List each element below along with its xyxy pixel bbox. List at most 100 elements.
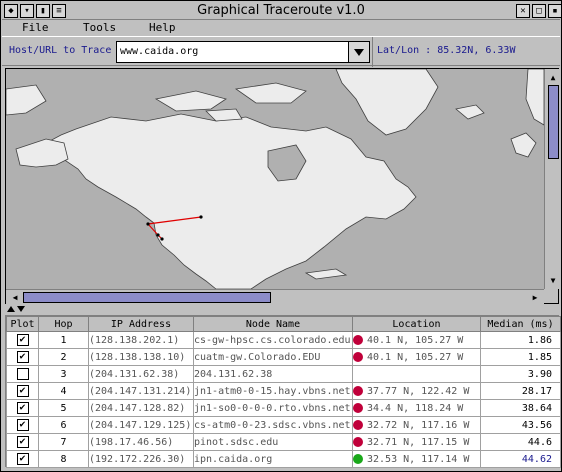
close-icon[interactable]: ✕	[516, 4, 530, 18]
plot-cell[interactable]	[6, 365, 39, 383]
median-cell: 1.85	[480, 348, 561, 366]
chevron-down-icon	[354, 48, 364, 56]
location-text: 32.71 N, 117.15 W	[367, 436, 470, 448]
scroll-right-icon[interactable]: ▶	[528, 290, 542, 304]
scroll-left-icon[interactable]: ◀	[8, 290, 22, 304]
hop-cell: 4	[38, 382, 89, 400]
node-cell: jn1-atm0-0-15.hay.vbns.net	[193, 382, 353, 400]
ip-cell: (204.147.128.82)	[88, 399, 194, 417]
plot-checkbox[interactable]: ✔	[16, 402, 29, 414]
node-cell: jn1-so0-0-0-0.rto.vbns.net	[193, 399, 353, 417]
scroll-up-icon[interactable]: ▲	[546, 70, 560, 84]
map-horizontal-scrollbar[interactable]: ◀ ▶	[6, 289, 544, 304]
table-row[interactable]: ✔ 5 (204.147.128.82) jn1-so0-0-0-0.rto.vbns…	[6, 399, 561, 417]
scroll-down-icon[interactable]: ▼	[546, 273, 560, 287]
hop-cell: 1	[38, 331, 89, 349]
hop-cell: 5	[38, 399, 89, 417]
col-plot[interactable]: Plot	[6, 316, 39, 332]
location-marker-icon	[353, 351, 363, 362]
plot-cell[interactable]: ✔	[6, 399, 39, 417]
table-header-row: Plot Hop IP Address Node Name Location M…	[6, 316, 561, 332]
toolbar-divider	[372, 37, 373, 67]
latlon-readout: Lat/Lon : 85.32N, 6.33W	[377, 45, 516, 56]
world-map[interactable]	[6, 69, 544, 289]
median-cell: 28.17	[480, 382, 561, 400]
col-node-name[interactable]: Node Name	[193, 316, 353, 332]
location-cell: 32.71 N, 117.15 W	[352, 433, 481, 451]
node-cell: ipn.caida.org	[193, 450, 353, 468]
plot-cell[interactable]: ✔	[6, 382, 39, 400]
ip-cell: (128.138.138.10)	[88, 348, 194, 366]
table-row[interactable]: ✔ 6 (204.147.129.125) cs-atm0-0-23.sdsc.vbn…	[6, 416, 561, 434]
node-cell: pinot.sdsc.edu	[193, 433, 353, 451]
median-cell: 38.64	[480, 399, 561, 417]
location-text: 40.1 N, 105.27 W	[367, 351, 464, 363]
host-dropdown-button[interactable]	[348, 41, 370, 63]
hop-cell: 3	[38, 365, 89, 383]
ip-cell: (204.147.129.125)	[88, 416, 194, 434]
plot-checkbox[interactable]: ✔	[16, 351, 29, 363]
plot-checkbox[interactable]: ✔	[16, 334, 29, 346]
app-window: ◆ ▾ ▮ ≡ Graphical Traceroute v1.0 ✕ □ ▪ …	[0, 0, 562, 472]
table-row[interactable]: ✔ 7 (198.17.46.56) pinot.sdsc.edu 32.71 N, 1…	[6, 433, 561, 451]
menu-tools[interactable]: Tools	[83, 21, 116, 34]
location-marker-icon	[353, 419, 363, 430]
maximize-icon[interactable]: □	[532, 4, 546, 18]
menu-help[interactable]: Help	[149, 21, 176, 34]
map-canvas	[6, 69, 544, 289]
ip-cell: (204.131.62.38)	[88, 365, 194, 383]
location-text: 34.4 N, 118.24 W	[367, 402, 464, 414]
node-cell: cs-gw-hpsc.cs.colorado.edu	[193, 331, 353, 349]
plot-checkbox[interactable]: ✔	[16, 436, 29, 448]
col-median[interactable]: Median (ms)	[480, 316, 561, 332]
host-value: www.caida.org	[120, 46, 199, 57]
hop-cell: 7	[38, 433, 89, 451]
table-row[interactable]: ✔ 8 (192.172.226.30) ipn.caida.org 32.53 N, …	[6, 450, 561, 468]
title-bar: ◆ ▾ ▮ ≡ Graphical Traceroute v1.0 ✕ □ ▪	[2, 2, 562, 20]
horizontal-scroll-thumb[interactable]	[23, 292, 271, 303]
plot-cell[interactable]: ✔	[6, 416, 39, 434]
node-cell: cuatm-gw.Colorado.EDU	[193, 348, 353, 366]
table-row[interactable]: ✔ 4 (204.147.131.214) jn1-atm0-0-15.hay.vbn…	[6, 382, 561, 400]
plot-checkbox[interactable]: ✔	[16, 453, 29, 465]
location-marker-icon	[353, 453, 363, 464]
plot-checkbox[interactable]	[16, 368, 29, 380]
col-hop[interactable]: Hop	[38, 316, 89, 332]
hop-cell: 6	[38, 416, 89, 434]
minimize-icon[interactable]: ▪	[548, 4, 562, 18]
vertical-scroll-thumb[interactable]	[548, 85, 559, 159]
menu-bar: File Tools Help	[2, 20, 560, 36]
table-row[interactable]: ✔ 2 (128.138.138.10) cuatm-gw.Colorado.EDU 4…	[6, 348, 561, 366]
pane-splitter[interactable]	[5, 304, 559, 314]
ip-cell: (198.17.46.56)	[88, 433, 194, 451]
table-row[interactable]: 3 (204.131.62.38) 204.131.62.38 3.90	[6, 365, 561, 383]
host-input[interactable]: www.caida.org	[116, 41, 370, 63]
plot-checkbox[interactable]: ✔	[16, 385, 29, 397]
location-text: 37.77 N, 122.42 W	[367, 385, 470, 397]
plot-cell[interactable]: ✔	[6, 433, 39, 451]
location-cell: 32.72 N, 117.16 W	[352, 416, 481, 434]
location-marker-icon	[353, 436, 363, 447]
plot-cell[interactable]: ✔	[6, 348, 39, 366]
col-ip-address[interactable]: IP Address	[88, 316, 194, 332]
ip-cell: (128.138.202.1)	[88, 331, 194, 349]
location-marker-icon	[353, 402, 363, 413]
node-cell: 204.131.62.38	[193, 365, 353, 383]
col-location[interactable]: Location	[352, 316, 481, 332]
window-title: Graphical Traceroute v1.0	[197, 3, 365, 18]
hop-cell: 8	[38, 450, 89, 468]
hops-table: Plot Hop IP Address Node Name Location M…	[6, 316, 561, 468]
plot-cell[interactable]: ✔	[6, 331, 39, 349]
map-panel: ▲ ▼ ◀ ▶	[5, 68, 560, 304]
location-text: 32.53 N, 117.14 W	[367, 453, 470, 465]
location-cell: 32.53 N, 117.14 W	[352, 450, 481, 468]
plot-cell[interactable]: ✔	[6, 450, 39, 468]
location-cell: 37.77 N, 122.42 W	[352, 382, 481, 400]
map-vertical-scrollbar[interactable]: ▲ ▼	[544, 69, 560, 289]
plot-checkbox[interactable]: ✔	[16, 419, 29, 431]
menu-file[interactable]: File	[22, 21, 49, 34]
ip-cell: (204.147.131.214)	[88, 382, 194, 400]
location-text: 32.72 N, 117.16 W	[367, 419, 470, 431]
table-row[interactable]: ✔ 1 (128.138.202.1) cs-gw-hpsc.cs.colorado.…	[6, 331, 561, 349]
location-marker-icon	[353, 385, 363, 396]
